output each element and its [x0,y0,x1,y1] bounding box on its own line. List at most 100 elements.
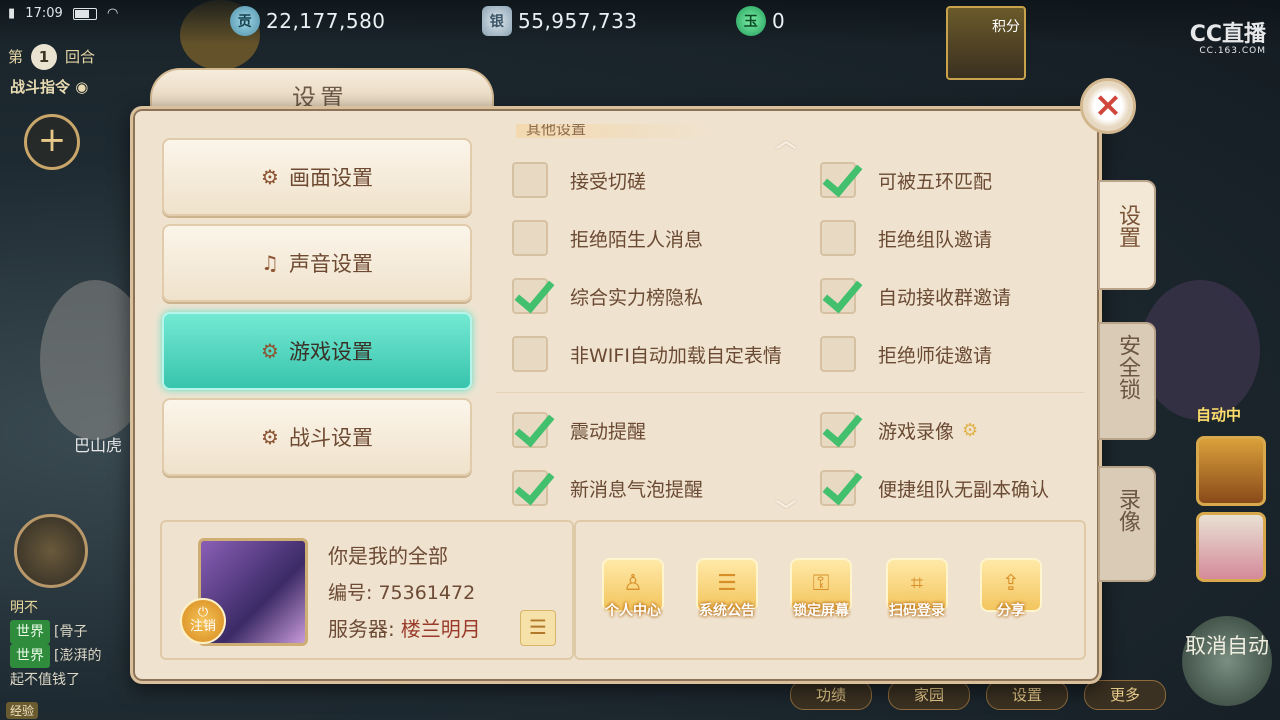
tab-label: 设置 [1115,204,1140,248]
checkbox[interactable] [512,162,548,198]
chat-text: 起不值钱了 [10,672,80,688]
checkbox[interactable] [820,470,856,506]
jade-icon: 玉 [736,6,766,36]
checkbox[interactable] [820,412,856,448]
score-label: 积分 [992,19,1020,35]
action-label: 扫码登录 [889,603,945,619]
round-number: 1 [31,44,58,70]
option-message-bubble[interactable]: 新消息气泡提醒 [512,470,703,506]
option-label: 新消息气泡提醒 [570,478,704,501]
enemy-figure [1140,280,1260,420]
chat-text: [澎湃的 [54,648,102,664]
close-icon: × [1093,85,1123,125]
action-label: 锁定屏幕 [793,603,849,619]
section-divider [496,392,1084,393]
checkbox[interactable] [512,220,548,256]
system-notice-button[interactable]: ☰ 系统公告 [696,558,758,622]
checkbox[interactable] [820,162,856,198]
checkbox[interactable] [512,470,548,506]
option-quick-team-no-confirm[interactable]: 便捷组队无副本确认 [820,470,1049,506]
auto-pet-button[interactable] [1196,512,1266,582]
bottom-tab-more[interactable]: 更多 [1084,680,1166,710]
nav-game-settings[interactable]: ⚙ 游戏设置 [162,312,472,390]
share-button[interactable]: ⇪ 分享 [980,558,1042,622]
recording-settings-icon[interactable]: ⚙ [962,420,978,441]
top-bar [0,0,1280,44]
battle-command-label: 战斗指令 [10,78,71,96]
tab-recording[interactable]: 录像 [1098,466,1156,582]
nav-label: 声音设置 [288,252,373,276]
lock-screen-button[interactable]: ⚿ 锁定屏幕 [790,558,852,622]
graphics-gear-icon: ⚙ [261,165,279,189]
close-button[interactable]: × [1080,78,1136,134]
bottom-tab-achievements[interactable]: 功绩 [790,680,872,710]
signal-icon: ▮ [8,6,16,21]
bottom-menu: 功绩 家园 设置 更多 [790,680,1182,710]
checkbox[interactable] [820,278,856,314]
scroll-up-icon[interactable]: ︿ [776,124,796,153]
auto-skill-button[interactable] [1196,436,1266,506]
option-label: 非WIFI自动加载自定表情 [570,344,782,367]
battery-icon [72,7,97,20]
option-ranking-privacy[interactable]: 综合实力榜隐私 [512,278,703,314]
channel-tag: 世界 [10,644,50,668]
personal-center-button[interactable]: ♙ 个人中心 [602,558,664,622]
chat-text: 明不 [10,600,38,616]
option-game-recording[interactable]: 游戏录像 ⚙ [820,412,978,448]
chat-button[interactable] [14,514,88,588]
battle-command-button[interactable]: 战斗指令 ◉ [10,76,88,97]
round-indicator: 第 1 回合 [8,44,95,70]
action-label: 系统公告 [699,603,755,619]
option-label: 综合实力榜隐私 [570,286,704,309]
checkbox[interactable] [512,336,548,372]
option-auto-accept-group[interactable]: 自动接收群邀请 [820,278,1011,314]
option-accept-duel[interactable]: 接受切磋 [512,162,646,198]
checkbox[interactable] [820,220,856,256]
channel-tag: 世界 [10,620,50,644]
nav-battle-settings[interactable]: ⚙ 战斗设置 [162,398,472,476]
bottom-tab-settings[interactable]: 设置 [986,680,1068,710]
action-label: 分享 [997,603,1025,619]
checkbox[interactable] [512,278,548,314]
option-label: 拒绝陌生人消息 [570,228,704,251]
add-button[interactable]: + [24,114,80,170]
checkbox[interactable] [820,336,856,372]
score-avatar[interactable]: 积分 [946,6,1026,80]
option-vibration[interactable]: 震动提醒 [512,412,646,448]
jade-value: 0 [772,9,786,33]
cancel-auto-button[interactable]: 取消自动 [1182,616,1272,706]
tab-settings[interactable]: 设置 [1098,180,1156,290]
nav-sound-settings[interactable]: ♫ 声音设置 [162,224,472,302]
option-reject-team-invite[interactable]: 拒绝组队邀请 [820,220,992,256]
nav-label: 游戏设置 [288,340,373,364]
chat-line: 世界 [澎湃的 [10,644,101,668]
logout-button[interactable]: ⏻ 注销 [180,598,226,644]
option-reject-stranger-msg[interactable]: 拒绝陌生人消息 [512,220,703,256]
checkbox[interactable] [512,412,548,448]
option-label: 拒绝组队邀请 [878,228,993,251]
game-gear-icon: ⚙ [261,339,279,363]
contribution-icon: 贡 [230,6,260,36]
server-info: 服务器: 楼兰明月 [328,613,481,642]
server-menu-button[interactable]: ☰ [520,610,556,646]
chat-text: [骨子 [54,624,88,640]
option-non-wifi-emoji[interactable]: 非WIFI自动加载自定表情 [512,336,782,372]
silver-value: 55,957,733 [518,9,638,33]
option-label: 震动提醒 [570,420,647,443]
scroll-down-icon[interactable]: ﹀ [776,494,796,512]
option-reject-mentor-invite[interactable]: 拒绝师徒邀请 [820,336,992,372]
tab-security-lock[interactable]: 安全锁 [1098,322,1156,440]
bottom-tab-home[interactable]: 家园 [888,680,970,710]
nav-graphics-settings[interactable]: ⚙ 画面设置 [162,138,472,216]
chat-line: 世界 [骨子 [10,620,101,644]
scan-login-button[interactable]: ⌗ 扫码登录 [886,558,948,622]
options-scroll-area[interactable]: 其他设置 ︿ 接受切磋 可被五环匹配 拒绝陌生人消息 拒绝组队邀请 综合实力榜隐… [496,124,1084,512]
music-note-icon: ♫ [261,251,279,275]
nav-label: 画面设置 [288,166,373,190]
currency-jade[interactable]: 玉 0 [736,6,785,36]
chat-feed[interactable]: 明不 世界 [骨子 世界 [澎湃的 起不值钱了 [10,596,101,692]
currency-silver[interactable]: 银 55,957,733 [482,6,638,36]
npc-name: 巴山虎 [74,436,123,455]
contribution-value: 22,177,580 [266,9,386,33]
option-five-ring-match[interactable]: 可被五环匹配 [820,162,992,198]
